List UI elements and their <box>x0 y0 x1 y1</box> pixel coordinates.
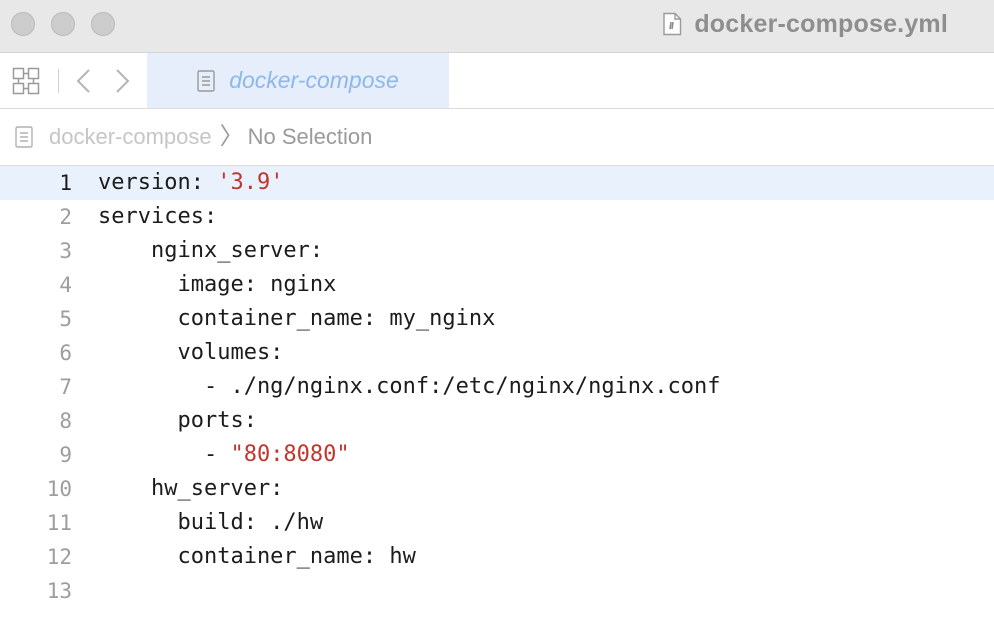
code-text: container_name: hw <box>98 540 416 574</box>
chevron-left-icon[interactable] <box>74 67 94 95</box>
code-string-literal: "80:8080" <box>230 442 350 467</box>
code-line[interactable]: 13 <box>0 574 994 608</box>
code-line[interactable]: 11 build: ./hw <box>0 506 994 540</box>
code-plain-text: - ./ng/nginx.conf:/etc/nginx/nginx.conf <box>98 374 721 399</box>
code-plain-text: hw_server: <box>98 476 284 501</box>
line-number: 6 <box>59 341 72 365</box>
toolbar-divider <box>58 69 59 93</box>
code-text: image: nginx <box>98 268 336 302</box>
tab-docker-compose[interactable]: docker-compose <box>147 53 449 108</box>
code-text: - "80:8080" <box>98 438 350 472</box>
code-plain-text: build: ./hw <box>98 510 324 535</box>
line-number: 2 <box>59 205 72 229</box>
code-line[interactable]: 10 hw_server: <box>0 472 994 506</box>
code-line[interactable]: 1 version: '3.9' <box>0 166 994 200</box>
code-plain-text: services: <box>98 204 218 229</box>
breadcrumb-file[interactable]: docker-compose <box>49 124 212 150</box>
breadcrumb-separator: 〉 <box>219 123 244 150</box>
document-icon <box>15 126 33 148</box>
minimize-window-button[interactable] <box>51 12 75 36</box>
code-text: - ./ng/nginx.conf:/etc/nginx/nginx.conf <box>98 370 721 404</box>
code-line[interactable]: 4 image: nginx <box>0 268 994 302</box>
code-line[interactable]: 2 services: <box>0 200 994 234</box>
document-proxy-icon[interactable] <box>662 12 682 36</box>
code-plain-text: image: nginx <box>98 272 337 297</box>
code-plain-text: container_name: hw <box>98 544 416 569</box>
line-number: 9 <box>59 443 72 467</box>
line-number: 10 <box>46 477 72 501</box>
line-number: 12 <box>46 545 72 569</box>
code-string-literal: '3.9' <box>217 170 284 195</box>
grid-view-icon[interactable] <box>12 67 40 95</box>
window-title: docker-compose.yml <box>694 9 948 38</box>
code-line[interactable]: 9 - "80:8080" <box>0 438 994 472</box>
code-text: volumes: <box>98 336 283 370</box>
code-text: version: '3.9' <box>98 166 283 200</box>
code-text: container_name: my_nginx <box>98 302 495 336</box>
code-text: nginx_server: <box>98 234 323 268</box>
code-plain-text: - <box>98 442 231 467</box>
tab-bar: docker-compose <box>0 53 994 109</box>
line-number: 1 <box>59 171 72 195</box>
editor-window: docker-compose.yml docker-compose docker… <box>0 0 994 631</box>
line-number: 11 <box>46 511 72 535</box>
line-number: 4 <box>59 273 72 297</box>
line-number: 5 <box>59 307 72 331</box>
tab-label: docker-compose <box>229 67 399 93</box>
code-line[interactable]: 5 container_name: my_nginx <box>0 302 994 336</box>
document-icon <box>197 69 215 92</box>
line-number: 3 <box>59 239 72 263</box>
chevron-right-icon[interactable] <box>112 67 132 95</box>
window-title-group: docker-compose.yml <box>662 8 948 40</box>
code-line[interactable]: 12 container_name: hw <box>0 540 994 574</box>
code-text: services: <box>98 200 217 234</box>
code-plain-text: volumes: <box>98 340 284 365</box>
code-text: ports: <box>98 404 257 438</box>
code-plain-text: nginx_server: <box>98 238 324 263</box>
line-number: 13 <box>46 579 72 603</box>
line-number: 7 <box>59 375 72 399</box>
breadcrumb: docker-compose 〉 No Selection <box>0 109 994 166</box>
close-window-button[interactable] <box>11 12 35 36</box>
breadcrumb-selection[interactable]: No Selection <box>248 124 373 150</box>
code-line[interactable]: 8 ports: <box>0 404 994 438</box>
code-plain-text: container_name: my_nginx <box>98 306 496 331</box>
title-bar: docker-compose.yml <box>0 0 994 53</box>
zoom-window-button[interactable] <box>91 12 115 36</box>
code-line[interactable]: 3 nginx_server: <box>0 234 994 268</box>
code-plain-text: version: <box>98 170 218 195</box>
code-line[interactable]: 6 volumes: <box>0 336 994 370</box>
code-plain-text: ports: <box>98 408 257 433</box>
line-number: 8 <box>59 409 72 433</box>
code-editor[interactable]: 1 version: '3.9' 2 services: 3 nginx_server:… <box>0 166 994 631</box>
code-text: build: ./hw <box>98 506 323 540</box>
code-text: hw_server: <box>98 472 283 506</box>
code-line[interactable]: 7 - ./ng/nginx.conf:/etc/nginx/nginx.con… <box>0 370 994 404</box>
